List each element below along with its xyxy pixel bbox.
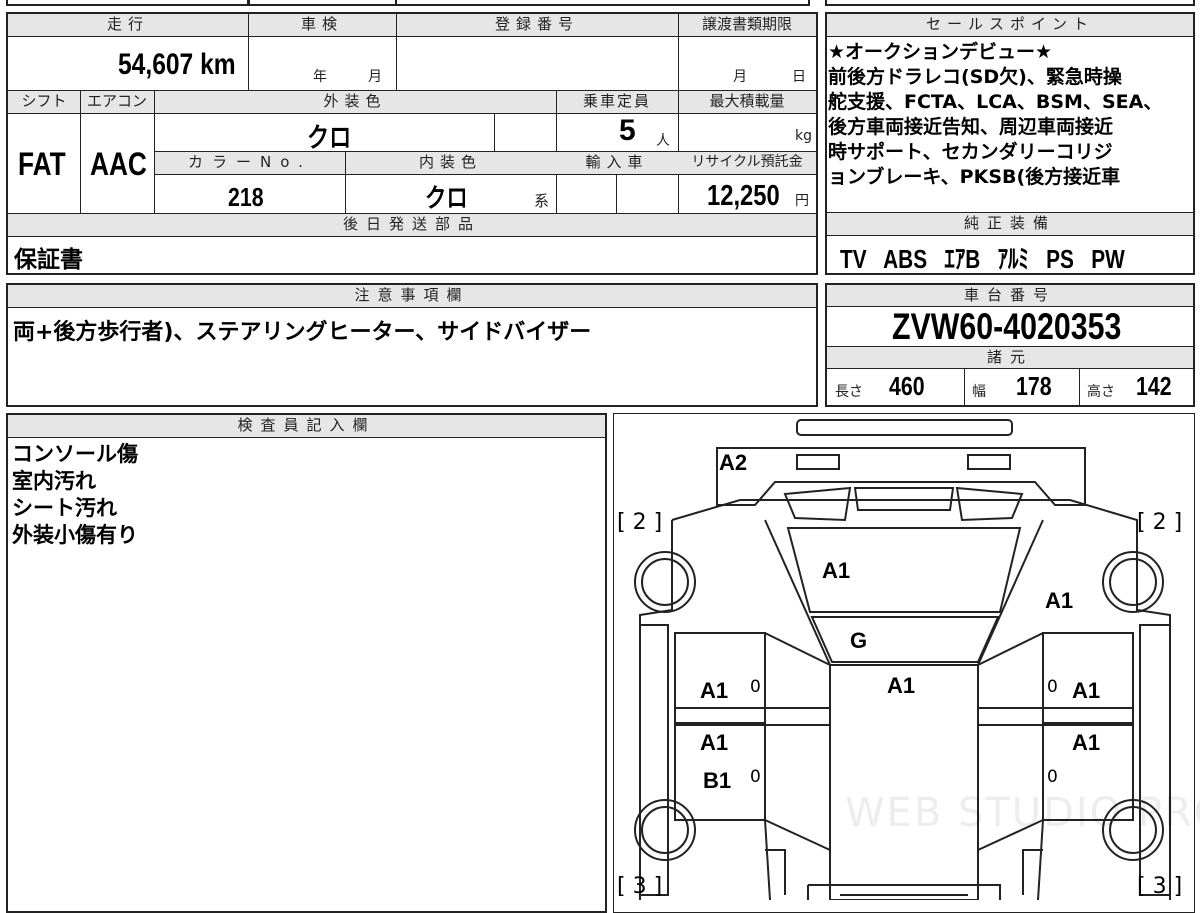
mileage-value: 54,607 km (118, 48, 236, 81)
chassis-number: ZVW60-4020353 (892, 306, 1122, 347)
transfer-day: 日 (792, 69, 806, 85)
max-load-unit: kg (795, 128, 812, 144)
diagram-zero: 0 (1047, 767, 1058, 787)
genuine-equipment-list: TV ABS ｴｱB ｱﾙﾐ PS PW (840, 239, 1196, 276)
tire-rear-left: [ 3 ] (617, 874, 663, 899)
recycle-value: 12,250 (707, 180, 780, 212)
diagram-label-front-fender-right: A1 (1045, 588, 1074, 613)
watermark: WEB STUDIO PRO (845, 790, 1200, 836)
tire-rear-right: [ 3 ] (1137, 874, 1183, 899)
equipment-item: PW (1091, 244, 1125, 274)
sales-point-line: 前後方ドラレコ(SD欠)、緊急時操 (828, 66, 1122, 88)
header-mileage: 走行 (8, 14, 248, 36)
tire-front-left: [ 2 ] (617, 510, 663, 535)
equipment-item: ABS (883, 244, 928, 274)
color-no-value: 218 (228, 182, 264, 212)
header-transfer-deadline: 譲渡書類期限 (678, 14, 816, 36)
transfer-month: 月 (733, 69, 747, 85)
header-notes: 注意事項欄 (8, 285, 816, 307)
sales-point-line: ★オークションデビュー★ (828, 41, 1053, 63)
recycle-unit: 円 (795, 193, 809, 209)
diagram-label-roof: A1 (887, 673, 916, 698)
inspector-notes-list: コンソール傷 室内汚れ シート汚れ 外装小傷有り (12, 441, 138, 549)
equipment-item: PS (1046, 244, 1074, 274)
inspector-note: コンソール傷 (12, 442, 138, 466)
header-shaken: 車検 (248, 14, 396, 36)
inspector-note: 室内汚れ (12, 469, 96, 493)
equipment-item: TV (840, 244, 867, 274)
interior-color-value: クロ (425, 183, 468, 213)
shaken-month: 月 (368, 69, 382, 85)
spec-length: 460 (889, 371, 925, 401)
tire-front-right: [ 2 ] (1137, 510, 1183, 535)
equipment-item: ｱﾙﾐ (997, 244, 1029, 274)
equipment-item: ｴｱB (944, 244, 981, 274)
spec-width: 178 (1016, 371, 1052, 401)
later-parts-value: 保証書 (14, 246, 83, 272)
diagram-label-front-door-left: A1 (700, 678, 729, 703)
inspector-note: シート汚れ (12, 496, 117, 520)
notes-text: 両+後方歩行者)、ステアリングヒーター、サイドバイザー (13, 320, 592, 345)
diagram-label-front-bumper: A2 (719, 450, 748, 475)
diagram-label-hood: A1 (822, 558, 851, 583)
header-color-no: カラーNo. (155, 152, 345, 174)
header-exterior-color: 外装色 (154, 91, 556, 113)
spec-height-label: 高さ (1087, 384, 1115, 400)
inspector-note: 外装小傷有り (12, 523, 138, 547)
header-aircon: エアコン (80, 91, 154, 113)
header-inspector: 検査員記入欄 (8, 415, 605, 437)
header-registration: 登録番号 (396, 14, 678, 36)
header-import: 輸入車 (556, 152, 678, 174)
header-capacity: 乗車定員 (556, 91, 678, 113)
interior-color-suffix: 系 (534, 192, 550, 210)
sales-point-line: 時サポート、セカンダリーコリジ (828, 141, 1113, 163)
sales-points-text: ★オークションデビュー★ 前後方ドラレコ(SD欠)、緊急時操 舵支援、FCTA、… (828, 40, 1193, 190)
header-max-load: 最大積載量 (678, 91, 816, 113)
capacity-value: 5 (619, 114, 636, 147)
diagram-zero: 0 (750, 767, 761, 787)
diagram-label-rear-door-left-1: A1 (700, 730, 729, 755)
capacity-unit: 人 (656, 133, 670, 149)
diagram-label-rear-door-left-2: B1 (703, 768, 732, 793)
diagram-label-windshield: G (850, 628, 868, 653)
diagram-zero: 0 (750, 677, 761, 697)
diagram-label-rear-door-right: A1 (1072, 730, 1101, 755)
spec-height: 142 (1136, 371, 1172, 401)
spec-width-label: 幅 (972, 384, 986, 400)
shift-value: FAT (18, 146, 66, 182)
aircon-value: AAC (90, 146, 147, 182)
sales-point-line: ョンブレーキ、PKSB(後方接近車 (828, 166, 1121, 188)
header-later-parts: 後日発送部品 (8, 214, 816, 236)
header-chassis: 車台番号 (827, 285, 1193, 306)
sales-point-line: 後方車両接近告知、周辺車両接近 (828, 116, 1114, 138)
header-genuine-equipment: 純正装備 (827, 213, 1193, 235)
shaken-year: 年 (313, 69, 327, 85)
header-shift: シフト (8, 91, 80, 113)
header-recycle: リサイクル預託金 (678, 152, 816, 174)
sales-point-line: 舵支援、FCTA、LCA、BSM、SEA、 (828, 91, 1163, 113)
top-strip (0, 0, 1200, 8)
header-sales-points: セールスポイント (827, 14, 1193, 36)
diagram-zero: 0 (1047, 677, 1058, 697)
exterior-color-value: クロ (307, 123, 352, 153)
spec-length-label: 長さ (835, 384, 863, 400)
header-interior-color: 内装色 (345, 152, 556, 174)
header-specs: 諸元 (827, 347, 1193, 368)
diagram-label-front-door-right: A1 (1072, 678, 1101, 703)
